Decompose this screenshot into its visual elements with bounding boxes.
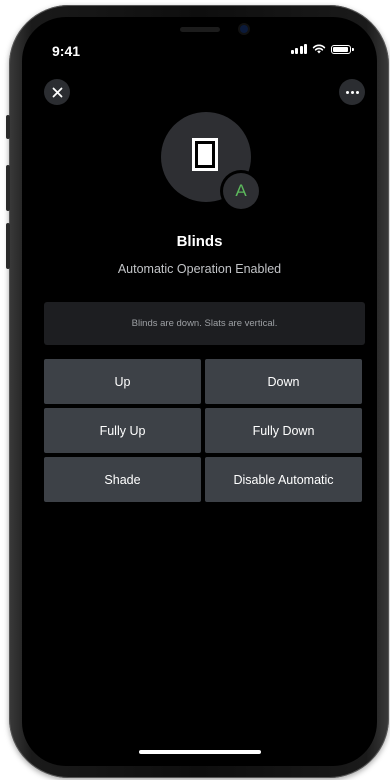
action-button-grid: Up Down Fully Up Fully Down Shade Disabl… — [44, 359, 362, 502]
disable-automatic-button[interactable]: Disable Automatic — [205, 457, 362, 502]
more-dots-icon — [345, 90, 359, 94]
screen: 9:41 A Blinds Automatic Operation Enable… — [22, 17, 377, 766]
status-panel: Blinds are down. Slats are vertical. — [44, 302, 365, 345]
automatic-mode-badge: A — [223, 173, 259, 209]
up-button[interactable]: Up — [44, 359, 201, 404]
volume-down-button — [6, 223, 10, 269]
notch — [110, 17, 290, 53]
home-indicator[interactable] — [139, 750, 261, 754]
speaker-grille — [180, 27, 220, 32]
volume-up-button — [6, 165, 10, 211]
fully-down-button[interactable]: Fully Down — [205, 408, 362, 453]
status-text: Blinds are down. Slats are vertical. — [131, 318, 278, 329]
more-options-button[interactable] — [339, 79, 365, 105]
front-camera — [240, 25, 248, 33]
battery-icon — [331, 44, 354, 54]
blinds-icon — [192, 138, 218, 171]
down-button[interactable]: Down — [205, 359, 362, 404]
status-time: 9:41 — [52, 43, 81, 59]
mute-switch — [6, 115, 10, 139]
close-icon — [52, 87, 62, 97]
status-icons — [290, 44, 354, 54]
accessory-mode: Automatic Operation Enabled — [117, 262, 282, 276]
fully-up-button[interactable]: Fully Up — [44, 408, 201, 453]
shade-button[interactable]: Shade — [44, 457, 201, 502]
close-button[interactable] — [44, 79, 70, 105]
accessory-name: Blinds — [176, 233, 223, 250]
cellular-signal-icon — [290, 44, 307, 54]
wifi-icon — [312, 44, 326, 54]
